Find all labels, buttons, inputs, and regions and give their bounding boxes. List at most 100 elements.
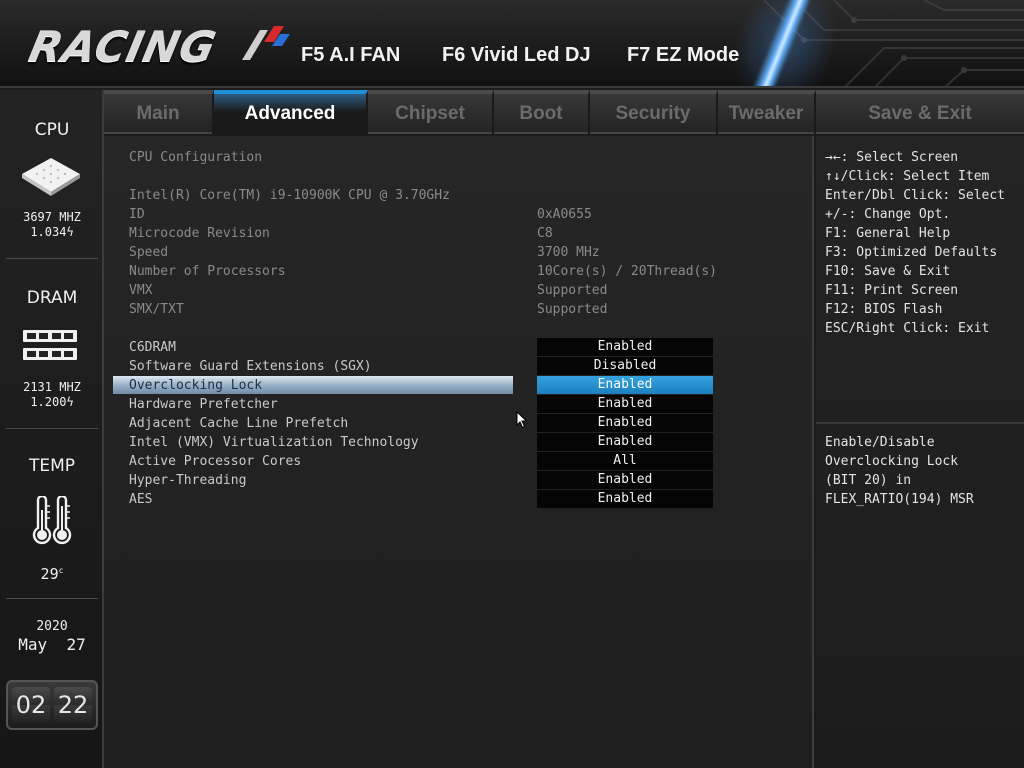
setting-row-c6dram[interactable]: C6DRAM Enabled	[104, 338, 814, 357]
setting-label: Intel (VMX) Virtualization Technology	[129, 435, 419, 450]
setting-label: AES	[129, 492, 153, 507]
setting-row-active-cores[interactable]: Active Processor Cores All	[104, 452, 814, 471]
dram-frequency: 2131 MHZ	[23, 380, 81, 394]
info-label: VMX	[129, 283, 153, 298]
ram-module-icon	[23, 330, 77, 360]
cpu-chip-icon	[22, 158, 80, 196]
setting-label: Software Guard Extensions (SGX)	[129, 359, 372, 374]
help-description-line: (BIT 20) in	[825, 473, 912, 488]
setting-label: Adjacent Cache Line Prefetch	[129, 416, 349, 431]
setting-option-dropdown[interactable]: Enabled	[537, 414, 713, 432]
clock-display: 02 22	[6, 680, 98, 730]
info-row: VMX Supported	[104, 281, 814, 300]
tab-chipset[interactable]: Chipset	[368, 90, 494, 134]
ez-mode-hotkey[interactable]: F7 EZ Mode	[627, 44, 739, 67]
clock-minutes: 22	[54, 687, 92, 723]
info-row: Number of Processors 10Core(s) / 20Threa…	[104, 262, 814, 281]
setting-option-dropdown[interactable]: All	[537, 452, 713, 470]
cpu-frequency: 3697 MHZ	[23, 210, 81, 224]
racing-logo: RACING	[25, 16, 290, 74]
info-label: Number of Processors	[129, 264, 286, 279]
info-value: 0xA0655	[537, 207, 592, 222]
vivid-led-dj-hotkey[interactable]: F6 Vivid Led DJ	[442, 44, 591, 67]
setting-row-aes[interactable]: AES Enabled	[104, 490, 814, 509]
setting-option-dropdown[interactable]: Enabled	[537, 376, 713, 394]
key-hint: F10: Save & Exit	[825, 264, 951, 279]
dram-voltage-row: 1.200ϟ	[0, 395, 104, 409]
info-row: ID 0xA0655	[104, 205, 814, 224]
setting-option-dropdown[interactable]: Enabled	[537, 490, 713, 508]
cpu-voltage-row: 1.034ϟ	[0, 225, 104, 239]
setting-option-dropdown[interactable]: Enabled	[537, 433, 713, 451]
help-panel: →←: Select Screen ↑↓/Click: Select Item …	[816, 136, 1024, 768]
info-row: Microcode Revision C8	[104, 224, 814, 243]
temperature-row: 29c	[0, 564, 104, 583]
setting-row-adjacent-cache-line[interactable]: Adjacent Cache Line Prefetch Enabled	[104, 414, 814, 433]
section-title: CPU Configuration	[129, 150, 263, 165]
header-bar: RACING F5 A.I FAN F6 Vivid Led DJ F7 EZ …	[0, 0, 1024, 88]
info-row: Speed 3700 MHz	[104, 243, 814, 262]
info-value: C8	[537, 226, 553, 241]
help-description-line: Enable/Disable	[825, 435, 935, 450]
help-description-line: FLEX_RATIO(194) MSR	[825, 492, 974, 507]
setting-label: Hyper-Threading	[129, 473, 247, 488]
key-hint: F1: General Help	[825, 226, 951, 241]
setting-row-sgx[interactable]: Software Guard Extensions (SGX) Disabled	[104, 357, 814, 376]
key-hint: F12: BIOS Flash	[825, 302, 943, 317]
bolt-icon: ϟ	[66, 395, 74, 409]
temp-label: TEMP	[28, 456, 76, 476]
info-label: SMX/TXT	[129, 302, 184, 317]
cpu-name-row: Intel(R) Core(TM) i9-10900K CPU @ 3.70GH…	[104, 186, 814, 205]
key-hint: ESC/Right Click: Exit	[825, 321, 990, 336]
date-month-day: May 27	[18, 635, 86, 654]
tab-tweaker[interactable]: Tweaker	[718, 90, 816, 134]
sidebar-divider	[6, 258, 98, 259]
date-year: 2020	[36, 619, 68, 634]
setting-label: Active Processor Cores	[129, 454, 302, 469]
setting-row-overclocking-lock[interactable]: Overclocking Lock Enabled	[104, 376, 814, 395]
setting-row-hardware-prefetcher[interactable]: Hardware Prefetcher Enabled	[104, 395, 814, 414]
key-hint: F3: Optimized Defaults	[825, 245, 998, 260]
setting-option-dropdown[interactable]: Disabled	[537, 357, 713, 375]
tab-save-exit[interactable]: Save & Exit	[816, 90, 1024, 134]
tab-advanced[interactable]: Advanced	[214, 90, 368, 134]
setting-row-hyper-threading[interactable]: Hyper-Threading Enabled	[104, 471, 814, 490]
clock-hours: 02	[12, 687, 50, 723]
setting-option-dropdown[interactable]: Enabled	[537, 338, 713, 356]
settings-panel: CPU Configuration Intel(R) Core(TM) i9-1…	[104, 136, 814, 768]
info-value: Supported	[537, 283, 608, 298]
ai-fan-hotkey[interactable]: F5 A.I FAN	[301, 44, 400, 67]
key-hint: F11: Print Screen	[825, 283, 959, 298]
key-hint: +/-: Change Opt.	[825, 207, 951, 222]
dram-label: DRAM	[26, 288, 78, 308]
sidebar-divider	[6, 598, 98, 599]
dram-voltage: 1.200	[30, 395, 67, 409]
setting-row-vmx-virtualization[interactable]: Intel (VMX) Virtualization Technology En…	[104, 433, 814, 452]
info-row: SMX/TXT Supported	[104, 300, 814, 319]
setting-option-dropdown[interactable]: Enabled	[537, 471, 713, 489]
setting-option-dropdown[interactable]: Enabled	[537, 395, 713, 413]
tab-boot[interactable]: Boot	[494, 90, 590, 134]
info-value: Supported	[537, 302, 608, 317]
mouse-pointer-icon	[516, 411, 528, 429]
temperature-value: 29	[40, 565, 59, 583]
info-label: Microcode Revision	[129, 226, 270, 241]
section-title-row: CPU Configuration	[104, 148, 814, 167]
help-divider	[816, 422, 1024, 424]
status-sidebar: CPU 3697 MHZ 1.034ϟ DRAM 2131 MHZ 1.200ϟ…	[0, 90, 104, 768]
tab-security[interactable]: Security	[590, 90, 718, 134]
tab-main[interactable]: Main	[104, 90, 214, 134]
key-hint: ↑↓/Click: Select Item	[825, 169, 990, 184]
bolt-icon: ϟ	[66, 225, 74, 239]
setting-label: Hardware Prefetcher	[129, 397, 278, 412]
cpu-name: Intel(R) Core(TM) i9-10900K CPU @ 3.70GH…	[129, 188, 450, 203]
logo-flag-icon	[242, 26, 290, 60]
help-description-line: Overclocking Lock	[825, 454, 959, 469]
info-label: ID	[129, 207, 145, 222]
thermometer-icon	[32, 496, 72, 545]
info-value: 3700 MHz	[537, 245, 600, 260]
menu-tab-bar: Main Advanced Chipset Boot Security Twea…	[104, 90, 1024, 134]
setting-label: Overclocking Lock	[129, 378, 263, 393]
setting-label: C6DRAM	[129, 340, 176, 355]
info-value: 10Core(s) / 20Thread(s)	[537, 264, 718, 279]
